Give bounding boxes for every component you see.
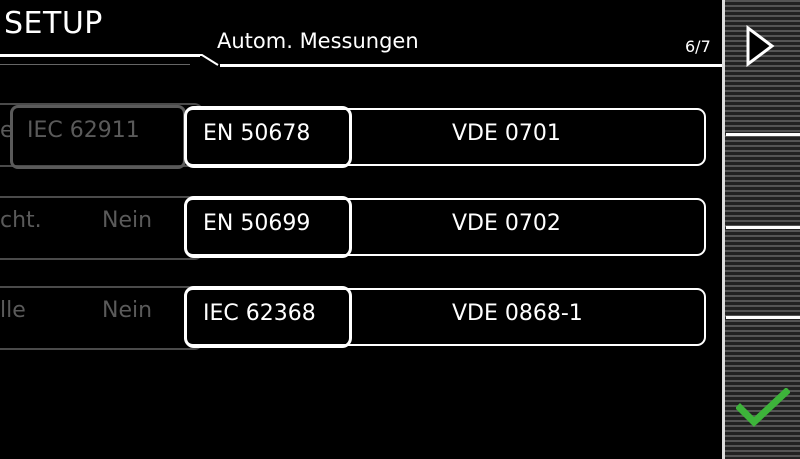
standard-option-en50699[interactable]: EN 50699 VDE 0702 xyxy=(184,196,706,258)
sidebar-divider xyxy=(726,226,800,229)
standard-vde-label: VDE 0868-1 xyxy=(452,301,583,326)
background-row-value: Nein xyxy=(102,298,153,323)
page-indicator: 6/7 xyxy=(685,37,711,56)
header-divider-left xyxy=(0,64,190,65)
background-row-label: lle xyxy=(0,298,26,323)
background-row-value: Nein xyxy=(102,208,153,233)
page-title: SETUP xyxy=(4,6,103,41)
standard-iec-label: IEC 62368 xyxy=(203,301,316,326)
standard-vde-label: VDE 0702 xyxy=(452,211,561,236)
title-underline xyxy=(0,54,200,57)
standard-option-iec62368[interactable]: IEC 62368 VDE 0868-1 xyxy=(184,286,706,348)
standard-en-label: EN 50678 xyxy=(203,121,311,146)
standard-vde-label: VDE 0701 xyxy=(452,121,561,146)
background-row-label: cht. xyxy=(0,208,42,233)
sidebar-divider xyxy=(726,316,800,319)
background-row-label: e xyxy=(0,118,14,143)
standard-option-en50678[interactable]: EN 50678 VDE 0701 xyxy=(184,106,706,168)
standard-en-label: EN 50699 xyxy=(203,211,311,236)
sidebar-divider xyxy=(726,133,800,136)
background-row: lle Nein xyxy=(0,286,200,346)
checkmark-icon[interactable] xyxy=(736,388,790,428)
background-row: cht. Nein xyxy=(0,196,200,256)
background-row: e IEC 62911 xyxy=(0,103,200,163)
section-subtitle: Autom. Messungen xyxy=(217,29,419,53)
header-divider xyxy=(220,64,722,67)
background-row-value: IEC 62911 xyxy=(27,118,140,143)
chevron-right-icon[interactable] xyxy=(745,25,775,67)
